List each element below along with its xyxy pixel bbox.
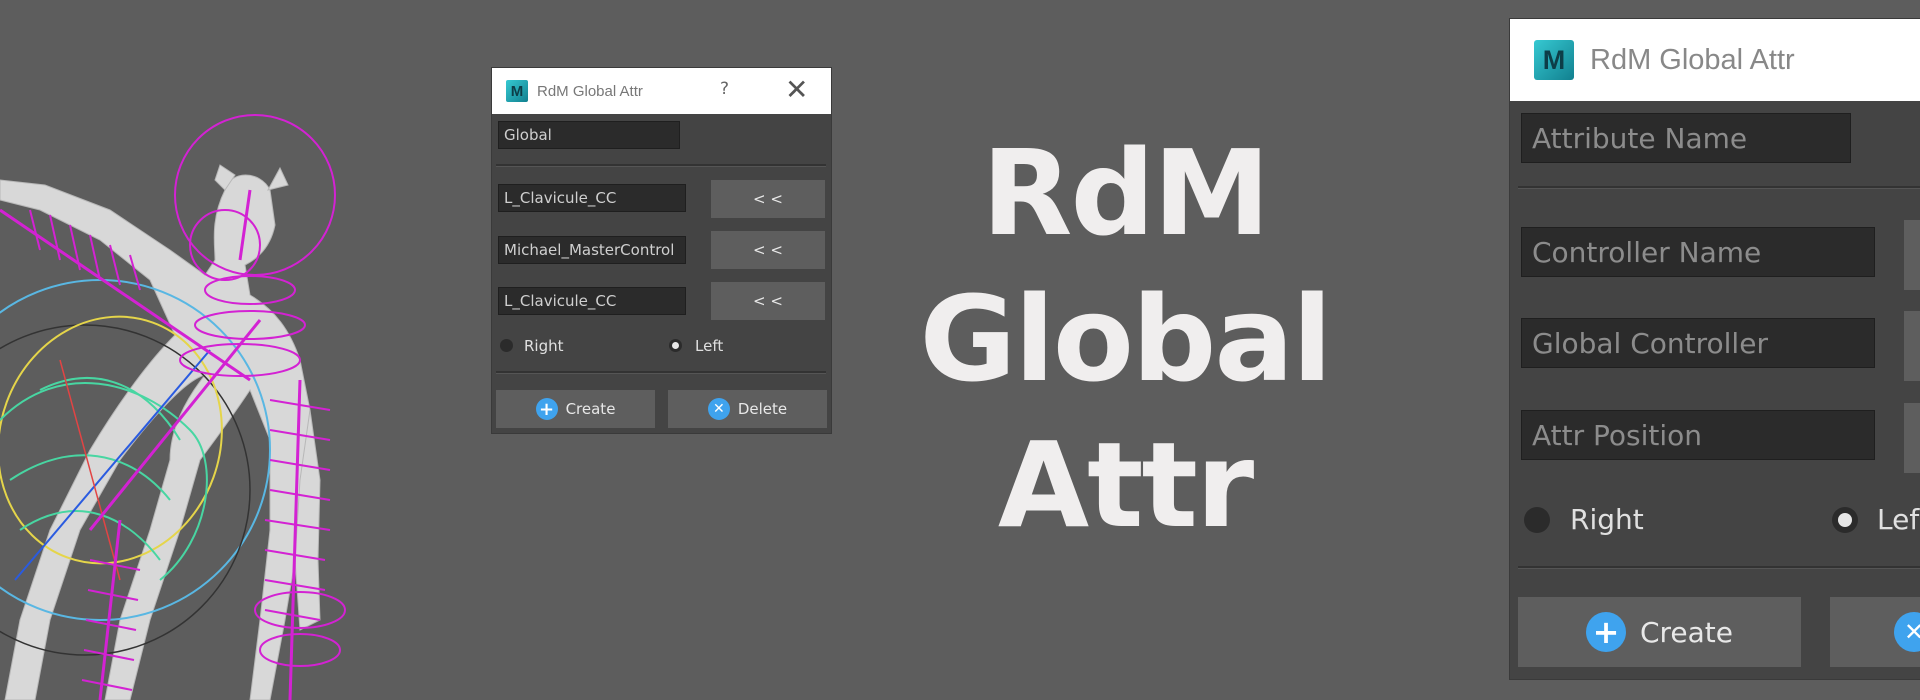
plus-circle-icon: + — [1585, 612, 1626, 652]
create-button-label: Create — [1639, 615, 1734, 649]
pick-global-controller-button[interactable] — [1904, 311, 1920, 381]
radio-right-label: Right — [1570, 503, 1644, 536]
plus-circle-icon: + — [535, 398, 558, 420]
attribute-name-field[interactable]: Global — [498, 121, 680, 149]
attribute-name-field[interactable]: Attribute Name — [1521, 113, 1851, 163]
maya-logo-icon: M — [506, 80, 528, 102]
attr-position-field[interactable]: Attr Position — [1521, 410, 1875, 460]
controller-name-field[interactable]: Controller Name — [1521, 227, 1875, 277]
radio-left[interactable] — [669, 339, 682, 352]
help-icon[interactable]: ? — [720, 79, 729, 99]
small-dialog-title: RdM Global Attr — [537, 82, 643, 100]
radio-right[interactable] — [1524, 507, 1550, 533]
separator — [496, 164, 826, 167]
large-dialog-window: M RdM Global Attr Attribute Name Control… — [1510, 19, 1920, 679]
create-button[interactable]: + Create — [496, 390, 655, 428]
large-dialog-titlebar[interactable]: M RdM Global Attr — [1510, 19, 1920, 101]
hero-line-3: Attr — [997, 416, 1254, 554]
radio-left-label: Left — [695, 337, 724, 355]
global-controller-field[interactable]: Global Controller — [1521, 318, 1875, 368]
create-button[interactable]: + Create — [1518, 597, 1801, 667]
pick-attr-position-button[interactable]: < < — [711, 282, 825, 320]
pick-attr-position-button[interactable] — [1904, 403, 1920, 473]
hero-line-1: RdM — [981, 124, 1271, 262]
pick-controller-button[interactable] — [1904, 220, 1920, 290]
controller-name-field[interactable]: L_Clavicule_CC — [498, 184, 686, 212]
separator — [1518, 186, 1920, 189]
maya-logo-icon: M — [1534, 40, 1574, 80]
radio-left-label: Lef — [1877, 503, 1920, 536]
separator — [1518, 566, 1920, 569]
radio-right[interactable] — [500, 339, 513, 352]
global-controller-field[interactable]: Michael_MasterControl — [498, 236, 686, 264]
small-dialog-window: M RdM Global Attr ? ✕ Global L_Clavicule… — [492, 68, 831, 433]
hero-title: RdM Global Attr — [860, 120, 1390, 558]
radio-left[interactable] — [1832, 507, 1858, 533]
delete-button-label: Delete — [737, 400, 788, 418]
hero-line-2: Global — [919, 270, 1333, 408]
x-circle-icon: ✕ — [707, 398, 730, 420]
rig-illustration — [0, 114, 346, 700]
delete-button[interactable]: ✕ — [1830, 597, 1920, 667]
delete-button[interactable]: ✕ Delete — [668, 390, 827, 428]
create-button-label: Create — [565, 400, 616, 418]
attr-position-field[interactable]: L_Clavicule_CC — [498, 287, 686, 315]
separator — [496, 371, 826, 374]
pick-global-controller-button[interactable]: < < — [711, 231, 825, 269]
pick-controller-button[interactable]: < < — [711, 180, 825, 218]
large-dialog-title: RdM Global Attr — [1590, 43, 1795, 76]
x-circle-icon: ✕ — [1894, 612, 1920, 652]
small-dialog-titlebar[interactable]: M RdM Global Attr ? ✕ — [492, 68, 831, 114]
close-icon[interactable]: ✕ — [785, 73, 808, 106]
radio-right-label: Right — [524, 337, 564, 355]
